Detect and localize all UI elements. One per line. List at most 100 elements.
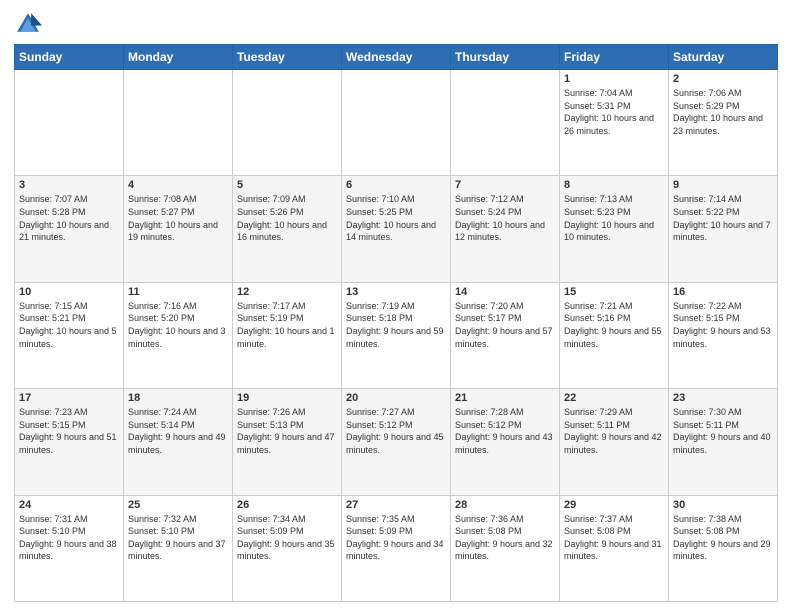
calendar-cell: 8Sunrise: 7:13 AM Sunset: 5:23 PM Daylig… (560, 176, 669, 282)
calendar-cell: 4 Sunrise: 7:08 AM Sunset: 5:27 PM Daylig… (124, 176, 233, 282)
day-info: Sunrise: 7:10 AM Sunset: 5:25 PM Dayligh… (346, 194, 436, 242)
calendar-cell: 21Sunrise: 7:28 AM Sunset: 5:12 PM Dayli… (451, 389, 560, 495)
day-number: 8 (564, 179, 664, 191)
day-number: 4 (128, 179, 228, 191)
week-row-1: 3 Sunrise: 7:07 AM Sunset: 5:28 PM Daylig… (15, 176, 778, 282)
logo (14, 10, 46, 38)
day-info: Sunrise: 7:27 AM Sunset: 5:12 PM Dayligh… (346, 407, 444, 455)
day-number: 27 (346, 499, 446, 511)
week-row-3: 17 Sunrise: 7:23 AM Sunset: 5:15 PM Dayli… (15, 389, 778, 495)
day-number: 24 (19, 499, 119, 511)
calendar-table: SundayMondayTuesdayWednesdayThursdayFrid… (14, 44, 778, 602)
calendar-cell: 25 Sunrise: 7:32 AM Sunset: 5:10 PM Dayli… (124, 495, 233, 601)
day-info: Sunrise: 7:12 AM Sunset: 5:24 PM Dayligh… (455, 194, 545, 242)
day-info: Sunrise: 7:38 AM Sunset: 5:08 PM Dayligh… (673, 514, 771, 562)
calendar-cell (451, 70, 560, 176)
calendar-cell: 12Sunrise: 7:17 AM Sunset: 5:19 PM Dayli… (233, 282, 342, 388)
calendar-cell: 28 Sunrise: 7:36 AM Sunset: 5:08 PM Dayli… (451, 495, 560, 601)
calendar-cell: 26 Sunrise: 7:34 AM Sunset: 5:09 PM Dayli… (233, 495, 342, 601)
day-info: Sunrise: 7:29 AM Sunset: 5:11 PM Dayligh… (564, 407, 662, 455)
weekday-header-tuesday: Tuesday (233, 45, 342, 70)
day-info: Sunrise: 7:22 AM Sunset: 5:15 PM Dayligh… (673, 301, 771, 349)
day-info: Sunrise: 7:04 AM Sunset: 5:31 PM Dayligh… (564, 88, 654, 136)
day-number: 20 (346, 392, 446, 404)
calendar-cell: 18 Sunrise: 7:24 AM Sunset: 5:14 PM Dayli… (124, 389, 233, 495)
day-number: 1 (564, 73, 664, 85)
day-info: Sunrise: 7:26 AM Sunset: 5:13 PM Dayligh… (237, 407, 335, 455)
day-number: 5 (237, 179, 337, 191)
day-number: 15 (564, 286, 664, 298)
calendar-cell: 29 Sunrise: 7:37 AM Sunset: 5:08 PM Dayli… (560, 495, 669, 601)
page: SundayMondayTuesdayWednesdayThursdayFrid… (0, 0, 792, 612)
day-info: Sunrise: 7:20 AM Sunset: 5:17 PM Dayligh… (455, 301, 553, 349)
calendar-cell (233, 70, 342, 176)
calendar-cell: 16 Sunrise: 7:22 AM Sunset: 5:15 PM Dayli… (669, 282, 778, 388)
day-number: 9 (673, 179, 773, 191)
weekday-header-wednesday: Wednesday (342, 45, 451, 70)
calendar-cell: 17 Sunrise: 7:23 AM Sunset: 5:15 PM Dayli… (15, 389, 124, 495)
day-number: 2 (673, 73, 773, 85)
day-info: Sunrise: 7:24 AM Sunset: 5:14 PM Dayligh… (128, 407, 226, 455)
day-number: 10 (19, 286, 119, 298)
calendar-cell: 7 Sunrise: 7:12 AM Sunset: 5:24 PM Daylig… (451, 176, 560, 282)
day-info: Sunrise: 7:32 AM Sunset: 5:10 PM Dayligh… (128, 514, 226, 562)
weekday-header-saturday: Saturday (669, 45, 778, 70)
calendar-cell (15, 70, 124, 176)
calendar-cell: 5Sunrise: 7:09 AM Sunset: 5:26 PM Daylig… (233, 176, 342, 282)
week-row-2: 10 Sunrise: 7:15 AM Sunset: 5:21 PM Dayli… (15, 282, 778, 388)
calendar-cell: 19 Sunrise: 7:26 AM Sunset: 5:13 PM Dayli… (233, 389, 342, 495)
day-number: 19 (237, 392, 337, 404)
day-number: 30 (673, 499, 773, 511)
day-info: Sunrise: 7:15 AM Sunset: 5:21 PM Dayligh… (19, 301, 117, 349)
day-info: Sunrise: 7:35 AM Sunset: 5:09 PM Dayligh… (346, 514, 444, 562)
day-info: Sunrise: 7:07 AM Sunset: 5:28 PM Dayligh… (19, 194, 109, 242)
day-info: Sunrise: 7:16 AM Sunset: 5:20 PM Dayligh… (128, 301, 226, 349)
day-info: Sunrise: 7:06 AM Sunset: 5:29 PM Dayligh… (673, 88, 763, 136)
day-number: 13 (346, 286, 446, 298)
weekday-header-row: SundayMondayTuesdayWednesdayThursdayFrid… (15, 45, 778, 70)
calendar-cell: 11Sunrise: 7:16 AM Sunset: 5:20 PM Dayli… (124, 282, 233, 388)
calendar-cell: 6 Sunrise: 7:10 AM Sunset: 5:25 PM Daylig… (342, 176, 451, 282)
day-number: 23 (673, 392, 773, 404)
day-number: 26 (237, 499, 337, 511)
day-number: 7 (455, 179, 555, 191)
day-info: Sunrise: 7:37 AM Sunset: 5:08 PM Dayligh… (564, 514, 662, 562)
day-info: Sunrise: 7:31 AM Sunset: 5:10 PM Dayligh… (19, 514, 117, 562)
day-number: 25 (128, 499, 228, 511)
day-number: 22 (564, 392, 664, 404)
day-number: 18 (128, 392, 228, 404)
day-info: Sunrise: 7:23 AM Sunset: 5:15 PM Dayligh… (19, 407, 117, 455)
calendar-cell: 30 Sunrise: 7:38 AM Sunset: 5:08 PM Dayli… (669, 495, 778, 601)
weekday-header-monday: Monday (124, 45, 233, 70)
day-number: 3 (19, 179, 119, 191)
day-number: 17 (19, 392, 119, 404)
day-number: 14 (455, 286, 555, 298)
calendar-cell: 2 Sunrise: 7:06 AM Sunset: 5:29 PM Daylig… (669, 70, 778, 176)
day-info: Sunrise: 7:19 AM Sunset: 5:18 PM Dayligh… (346, 301, 444, 349)
calendar-cell: 3 Sunrise: 7:07 AM Sunset: 5:28 PM Daylig… (15, 176, 124, 282)
calendar-cell: 1 Sunrise: 7:04 AM Sunset: 5:31 PM Daylig… (560, 70, 669, 176)
day-info: Sunrise: 7:36 AM Sunset: 5:08 PM Dayligh… (455, 514, 553, 562)
day-number: 6 (346, 179, 446, 191)
day-number: 21 (455, 392, 555, 404)
day-info: Sunrise: 7:34 AM Sunset: 5:09 PM Dayligh… (237, 514, 335, 562)
day-info: Sunrise: 7:14 AM Sunset: 5:22 PM Dayligh… (673, 194, 771, 242)
week-row-4: 24 Sunrise: 7:31 AM Sunset: 5:10 PM Dayli… (15, 495, 778, 601)
calendar-cell: 14 Sunrise: 7:20 AM Sunset: 5:17 PM Dayli… (451, 282, 560, 388)
day-number: 28 (455, 499, 555, 511)
calendar-cell: 20 Sunrise: 7:27 AM Sunset: 5:12 PM Dayli… (342, 389, 451, 495)
calendar-cell: 24 Sunrise: 7:31 AM Sunset: 5:10 PM Dayli… (15, 495, 124, 601)
calendar-cell: 9 Sunrise: 7:14 AM Sunset: 5:22 PM Daylig… (669, 176, 778, 282)
calendar-cell: 27 Sunrise: 7:35 AM Sunset: 5:09 PM Dayli… (342, 495, 451, 601)
day-info: Sunrise: 7:30 AM Sunset: 5:11 PM Dayligh… (673, 407, 771, 455)
day-number: 12 (237, 286, 337, 298)
calendar-cell: 22 Sunrise: 7:29 AM Sunset: 5:11 PM Dayli… (560, 389, 669, 495)
calendar-cell (342, 70, 451, 176)
calendar-cell: 23 Sunrise: 7:30 AM Sunset: 5:11 PM Dayli… (669, 389, 778, 495)
calendar-cell (124, 70, 233, 176)
day-info: Sunrise: 7:08 AM Sunset: 5:27 PM Dayligh… (128, 194, 218, 242)
day-number: 29 (564, 499, 664, 511)
week-row-0: 1 Sunrise: 7:04 AM Sunset: 5:31 PM Daylig… (15, 70, 778, 176)
day-number: 16 (673, 286, 773, 298)
weekday-header-friday: Friday (560, 45, 669, 70)
